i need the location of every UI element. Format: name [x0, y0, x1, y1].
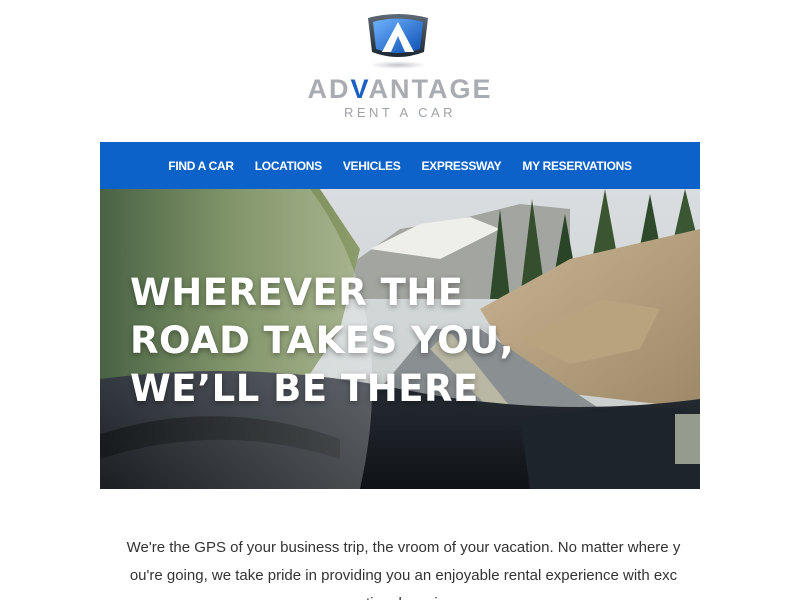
hero-headline-line-2: ROAD TAKES YOU,	[130, 319, 515, 362]
email-page: ADVANTAGE RENT A CAR FIND A CAR LOCATION…	[0, 0, 800, 600]
nav-expressway[interactable]: EXPRESSWAY	[421, 159, 501, 173]
header-logo[interactable]: ADVANTAGE RENT A CAR	[0, 0, 800, 142]
brand-suffix: ANTAGE	[368, 74, 493, 104]
brand-accent-letter: V	[350, 74, 369, 104]
brand-prefix: AD	[307, 74, 351, 104]
nav-vehicles[interactable]: VEHICLES	[343, 159, 401, 173]
hero-headline-line-3: WE’LL BE THERE	[130, 367, 479, 410]
nav-my-reservations[interactable]: MY RESERVATIONS	[522, 159, 632, 173]
brand-tagline: RENT A CAR	[343, 105, 457, 120]
main-nav: FIND A CAR LOCATIONS VEHICLES EXPRESSWAY…	[100, 142, 700, 189]
hero-headline: WHEREVER THE ROAD TAKES YOU, WE’LL BE TH…	[130, 269, 650, 413]
nav-locations[interactable]: LOCATIONS	[255, 159, 322, 173]
brand-wordmark: ADVANTAGE	[290, 74, 510, 104]
advantage-logo-icon	[368, 14, 428, 69]
hero-banner[interactable]: WHEREVER THE ROAD TAKES YOU, WE’LL BE TH…	[100, 189, 700, 489]
hero-headline-line-1: WHEREVER THE	[130, 271, 464, 314]
nav-find-a-car[interactable]: FIND A CAR	[168, 159, 234, 173]
intro-paragraph: We're the GPS of your business trip, the…	[126, 539, 681, 600]
